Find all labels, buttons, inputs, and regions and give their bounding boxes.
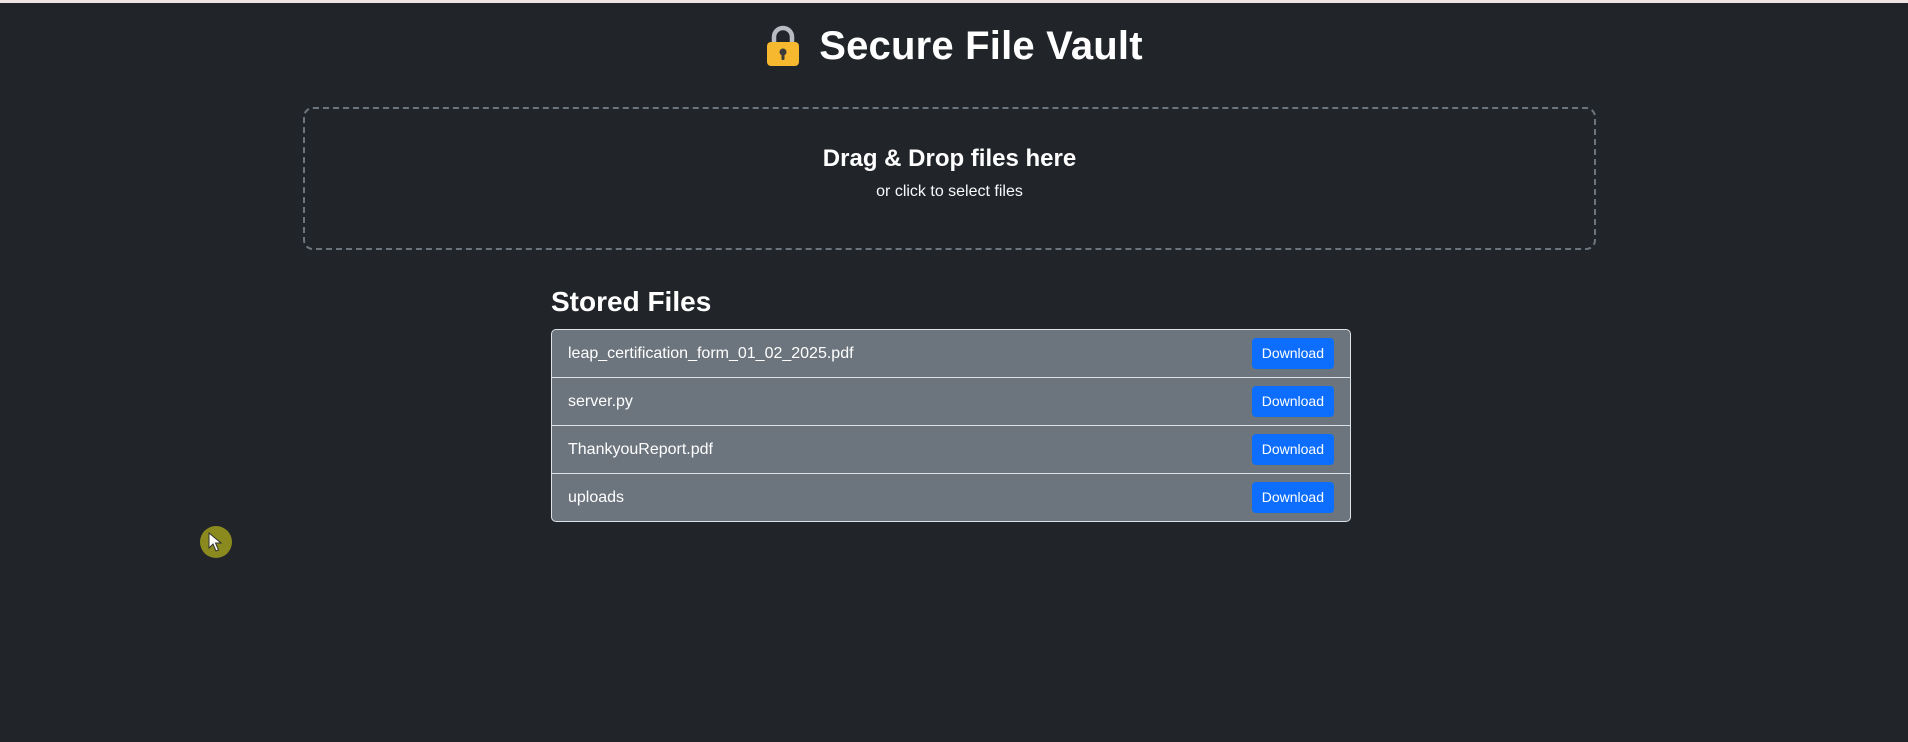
file-list: leap_certification_form_01_02_2025.pdf D…	[551, 329, 1351, 522]
stored-files-section: Stored Files leap_certification_form_01_…	[551, 284, 1351, 522]
file-row: leap_certification_form_01_02_2025.pdf D…	[552, 330, 1350, 377]
page-header: Secure File Vault	[0, 24, 1908, 68]
download-button[interactable]: Download	[1251, 386, 1334, 417]
browser-top-strip	[0, 0, 1908, 3]
file-dropzone[interactable]: Drag & Drop files here or click to selec…	[303, 107, 1596, 250]
page-title: Secure File Vault	[819, 24, 1143, 68]
file-name: leap_certification_form_01_02_2025.pdf	[568, 344, 854, 362]
download-button[interactable]: Download	[1251, 434, 1334, 465]
file-row: ThankyouReport.pdf Download	[552, 425, 1350, 473]
lock-icon	[765, 24, 801, 68]
file-row: uploads Download	[552, 473, 1350, 521]
cursor-arrow-icon	[208, 532, 222, 552]
file-name: ThankyouReport.pdf	[568, 440, 713, 458]
download-button[interactable]: Download	[1251, 482, 1334, 513]
mouse-cursor-highlight	[200, 526, 232, 558]
dropzone-title: Drag & Drop files here	[822, 145, 1077, 172]
dropzone-subtitle: or click to select files	[876, 183, 1023, 200]
stored-files-heading: Stored Files	[551, 286, 712, 317]
file-name: uploads	[568, 488, 625, 506]
file-row: server.py Download	[552, 377, 1350, 425]
file-name: server.py	[568, 392, 633, 410]
download-button[interactable]: Download	[1251, 338, 1334, 369]
